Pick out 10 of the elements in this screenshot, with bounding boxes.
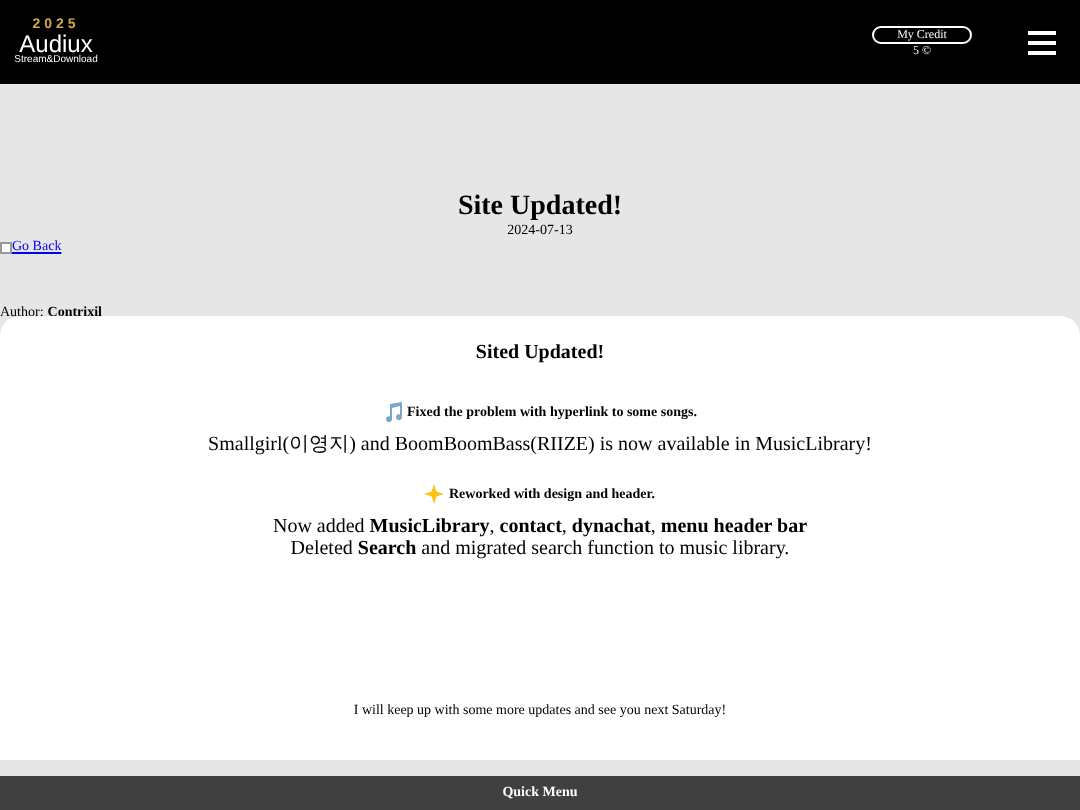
section-text: Now added MusicLibrary, contact, dynachat, menu header bar [272,516,808,538]
post-title: Site Updated! [455,192,625,222]
section-text: Smallgirl(이영지) and BoomBoomBass(RIIZE) is now available in MusicLibrary! [208,434,872,456]
section-text: Deleted Search and migrated search function to music library. [290,538,790,560]
menu-icon[interactable] [1028,29,1056,55]
logo-wordmark: Audiux [19,32,93,56]
broken-image-icon [0,241,12,253]
sparkle-icon [424,484,445,504]
card-title: Sited Updated! [475,342,605,366]
music-notes-icon [383,402,404,422]
